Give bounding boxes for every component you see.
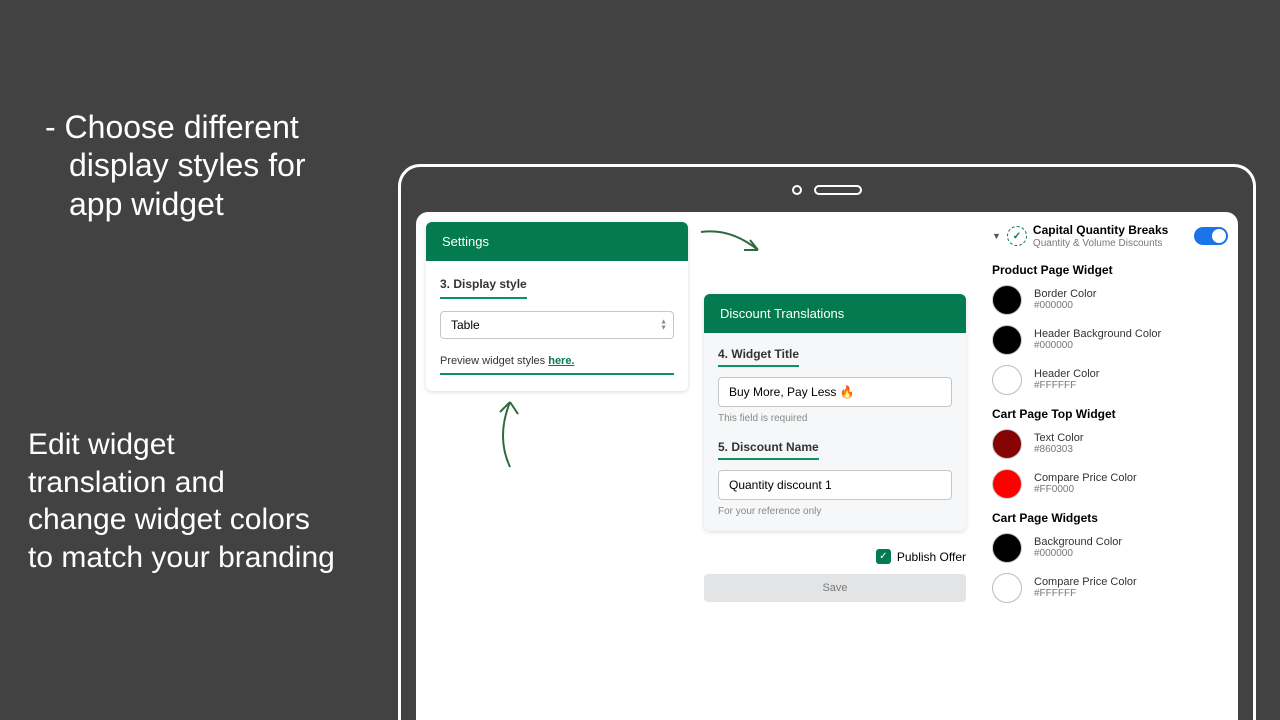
discount-name-helper: For your reference only	[718, 506, 952, 517]
color-hex: #FFFFFF	[1034, 588, 1137, 599]
arrow-icon	[696, 220, 776, 268]
color-row[interactable]: Compare Price Color#FFFFFF	[992, 573, 1228, 603]
color-group-title: Cart Page Top Widget	[992, 407, 1228, 421]
app-subtitle: Quantity & Volume Discounts	[1033, 238, 1168, 249]
color-name: Compare Price Color	[1034, 472, 1137, 484]
color-swatch[interactable]	[992, 469, 1022, 499]
colors-sidebar: ▼ ✓ Capital Quantity Breaks Quantity & V…	[982, 222, 1228, 710]
color-row[interactable]: Compare Price Color#FF0000	[992, 469, 1228, 499]
color-row[interactable]: Border Color#000000	[992, 285, 1228, 315]
app-enabled-toggle[interactable]	[1194, 227, 1228, 245]
color-name: Header Background Color	[1034, 328, 1161, 340]
color-row[interactable]: Header Color#FFFFFF	[992, 365, 1228, 395]
app-name: Capital Quantity Breaks	[1033, 224, 1168, 238]
publish-offer-label: Publish Offer	[897, 550, 966, 564]
app-badge-icon: ✓	[1009, 228, 1025, 244]
color-name: Header Color	[1034, 368, 1099, 380]
color-swatch[interactable]	[992, 285, 1022, 315]
color-swatch[interactable]	[992, 365, 1022, 395]
color-name: Compare Price Color	[1034, 576, 1137, 588]
color-swatch[interactable]	[992, 533, 1022, 563]
marketing-headline-bottom: Edit widget translation and change widge…	[28, 426, 335, 576]
settings-panel: Settings 3. Display style Table ▲▼ Previ…	[426, 222, 688, 391]
preview-styles-text: Preview widget styles here.	[440, 355, 674, 375]
color-row[interactable]: Header Background Color#000000	[992, 325, 1228, 355]
save-button[interactable]: Save	[704, 574, 966, 602]
color-name: Background Color	[1034, 536, 1122, 548]
color-hex: #860303	[1034, 444, 1084, 455]
color-row[interactable]: Text Color#860303	[992, 429, 1228, 459]
color-row[interactable]: Background Color#000000	[992, 533, 1228, 563]
color-hex: #FFFFFF	[1034, 380, 1099, 391]
display-style-label: 3. Display style	[440, 277, 527, 299]
color-swatch[interactable]	[992, 573, 1022, 603]
discount-name-label: 5. Discount Name	[718, 440, 819, 460]
color-group-title: Product Page Widget	[992, 263, 1228, 277]
tablet-frame: Settings 3. Display style Table ▲▼ Previ…	[398, 164, 1256, 720]
app-window: Settings 3. Display style Table ▲▼ Previ…	[416, 212, 1238, 720]
color-hex: #FF0000	[1034, 484, 1137, 495]
select-stepper-icon: ▲▼	[660, 319, 667, 330]
translations-panel-title: Discount Translations	[704, 294, 966, 333]
color-swatch[interactable]	[992, 429, 1022, 459]
translations-panel: Discount Translations 4. Widget Title Th…	[704, 294, 966, 531]
display-style-select[interactable]: Table ▲▼	[440, 311, 674, 339]
color-name: Border Color	[1034, 288, 1096, 300]
preview-styles-link[interactable]: here.	[548, 355, 574, 367]
widget-title-helper: This field is required	[718, 413, 952, 424]
color-name: Text Color	[1034, 432, 1084, 444]
settings-panel-title: Settings	[426, 222, 688, 261]
color-swatch[interactable]	[992, 325, 1022, 355]
widget-title-label: 4. Widget Title	[718, 347, 799, 367]
widget-title-input[interactable]	[718, 377, 952, 407]
publish-offer-checkbox[interactable]: ✓	[876, 549, 891, 564]
marketing-headline-top: - Choose different display styles for ap…	[45, 108, 306, 223]
discount-name-input[interactable]	[718, 470, 952, 500]
color-hex: #000000	[1034, 548, 1122, 559]
color-hex: #000000	[1034, 300, 1096, 311]
tablet-camera	[792, 185, 862, 195]
caret-down-icon[interactable]: ▼	[992, 231, 1001, 241]
color-group-title: Cart Page Widgets	[992, 511, 1228, 525]
color-hex: #000000	[1034, 340, 1161, 351]
